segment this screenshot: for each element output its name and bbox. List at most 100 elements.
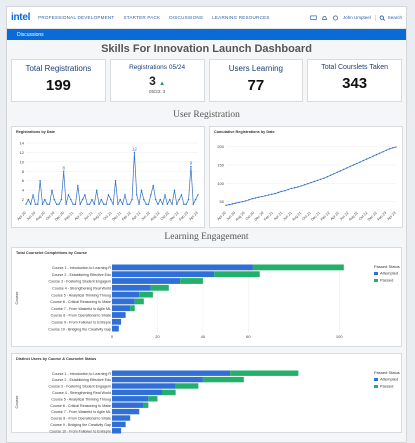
data-point bbox=[385, 149, 387, 152]
data-point bbox=[323, 177, 325, 179]
search-label: Search bbox=[387, 15, 402, 20]
kpi-value: 3 bbox=[149, 74, 156, 88]
data-point bbox=[51, 189, 53, 191]
x-tick-label: 20 bbox=[155, 334, 160, 339]
breadcrumb-bar: Discussions bbox=[7, 29, 406, 40]
data-point bbox=[257, 196, 260, 198]
x-tick-label: Aug 21 bbox=[291, 211, 302, 222]
data-point bbox=[91, 198, 93, 201]
data-point bbox=[192, 203, 194, 205]
data-point bbox=[133, 151, 136, 154]
data-point bbox=[287, 188, 289, 191]
nav-link-learning-resources[interactable]: LEARNING RESOURCES bbox=[212, 15, 269, 20]
data-label: 12 bbox=[132, 146, 138, 151]
data-point bbox=[395, 146, 397, 148]
data-point bbox=[261, 195, 263, 198]
user-name[interactable]: John Umpteel bbox=[343, 15, 371, 20]
notifications-icon[interactable] bbox=[321, 15, 328, 21]
bar bbox=[162, 389, 176, 396]
bar bbox=[112, 415, 131, 421]
data-point bbox=[313, 180, 315, 183]
data-point bbox=[280, 190, 283, 193]
data-point bbox=[329, 174, 332, 176]
bar bbox=[112, 408, 140, 415]
nav-link-professional-development[interactable]: PROFESSIONAL DEVELOPMENT bbox=[38, 15, 114, 20]
data-point bbox=[248, 199, 250, 201]
bar bbox=[112, 318, 122, 325]
bar bbox=[150, 284, 169, 291]
x-tick-label: Apr 20 bbox=[16, 211, 26, 221]
nav-link-discussions[interactable]: DISCUSSIONS bbox=[169, 15, 203, 20]
y-tick-label: 12 bbox=[20, 150, 25, 155]
y-tick-label: 50 bbox=[220, 199, 225, 204]
bar bbox=[148, 396, 158, 402]
bar bbox=[175, 383, 199, 389]
category-label: Course 6 - Critical Reasoning to Make bbox=[50, 300, 111, 304]
data-point bbox=[112, 203, 114, 205]
data-point bbox=[372, 155, 374, 157]
category-label: Course 4 - Strengthening Real World bbox=[52, 287, 111, 291]
x-tick-label: Feb 22 bbox=[320, 211, 331, 222]
category-label: Course 5 - Analytical Thinking Throug bbox=[51, 293, 111, 297]
category-label: Course 9 - From Follower to Entrepre bbox=[51, 321, 111, 325]
bar bbox=[112, 389, 162, 396]
legend-title: Passed Status bbox=[374, 264, 400, 269]
chart-courselet-completions: Total Courselet Completions by Course 0 2… bbox=[11, 247, 402, 347]
data-point bbox=[169, 198, 171, 201]
data-point bbox=[356, 162, 358, 165]
completions-bar-chart: 0 20 40 60 100 Course Course 1 - Introduction … bbox=[14, 264, 400, 339]
data-point bbox=[60, 198, 63, 201]
category-label: Course 3 - Fostering Student Engagem bbox=[48, 385, 111, 389]
chart-title: Distinct Users by Course & Courselet Sta… bbox=[16, 357, 97, 361]
bar bbox=[112, 421, 126, 428]
data-point bbox=[48, 203, 51, 205]
category-label: Course 10 - Bridging the Creativity Gap bbox=[48, 327, 111, 331]
x-tick-label: Apr 21 bbox=[74, 211, 84, 221]
category-label: Course 9 - Bridging the Creativity Gap bbox=[50, 423, 111, 427]
y-axis-label: Course bbox=[14, 291, 19, 305]
kpi-value: 199 bbox=[45, 77, 71, 94]
kpi-registrations-date: Registrations 05/24 3 ▲ 05/23: 3 bbox=[109, 59, 205, 102]
x-tick-label: 40 bbox=[201, 334, 206, 339]
data-label: 9 bbox=[190, 161, 193, 166]
x-tick-label: Dec 21 bbox=[310, 211, 321, 222]
search-button[interactable]: Search bbox=[374, 14, 402, 21]
data-point bbox=[238, 201, 240, 204]
data-point bbox=[307, 183, 309, 185]
data-point bbox=[277, 191, 280, 194]
trend-up-icon: ▲ bbox=[159, 81, 166, 87]
user-avatar-icon[interactable] bbox=[332, 15, 339, 21]
data-point bbox=[70, 198, 72, 201]
y-tick-label: 10 bbox=[20, 159, 25, 164]
x-tick-label: Feb 21 bbox=[263, 211, 274, 222]
legend-title: Passed Status bbox=[374, 370, 400, 375]
data-point bbox=[365, 158, 368, 160]
page: intel PROFESSIONAL DEVELOPMENT STARTER P… bbox=[6, 6, 407, 443]
x-tick-label: Aug 21 bbox=[92, 211, 103, 222]
section-user-registration: User Registration bbox=[173, 110, 240, 120]
intel-logo[interactable]: intel bbox=[11, 12, 30, 23]
data-point bbox=[378, 152, 381, 154]
messages-icon[interactable] bbox=[310, 15, 317, 21]
breadcrumb-discussions[interactable]: Discussions bbox=[17, 32, 44, 38]
data-point bbox=[375, 154, 378, 156]
category-label: Course 6 - Critical Reasoning to Make bbox=[50, 404, 111, 408]
category-label: Course 2 - Establishing Effective Edu bbox=[52, 273, 111, 277]
data-point bbox=[152, 184, 154, 187]
nav-link-starter-pack[interactable]: STARTER PACK bbox=[123, 15, 160, 20]
category-label: Course 4 - Strengthening Real World bbox=[52, 391, 111, 395]
data-point bbox=[138, 203, 140, 205]
bar bbox=[202, 376, 244, 383]
legend-swatch bbox=[374, 385, 378, 388]
bar bbox=[112, 402, 144, 408]
kpi-value-row: 3 ▲ bbox=[111, 74, 204, 88]
bar bbox=[112, 396, 149, 402]
data-point bbox=[124, 194, 126, 196]
y-tick-label: 2 bbox=[22, 197, 25, 202]
data-point bbox=[303, 184, 306, 186]
y-tick-label: 100 bbox=[217, 181, 224, 186]
data-point bbox=[346, 167, 348, 169]
category-label: Course 8 - From Operational to Strate bbox=[51, 417, 111, 421]
data-point bbox=[86, 203, 88, 205]
y-tick-label: 200 bbox=[217, 144, 224, 149]
